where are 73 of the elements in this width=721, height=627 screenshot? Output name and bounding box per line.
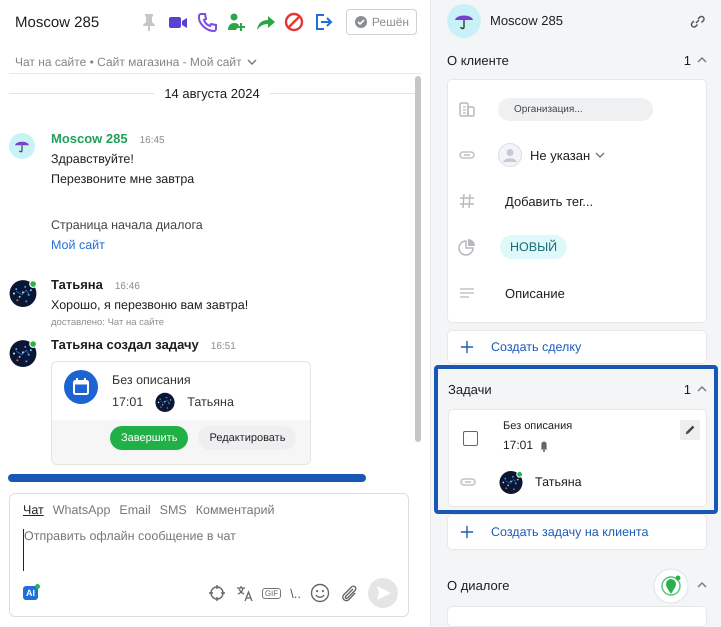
expand-caret-icon[interactable] [246, 58, 257, 66]
templates-button[interactable]: \.. [290, 586, 301, 600]
edit-button[interactable] [680, 420, 700, 440]
building-icon [458, 100, 476, 118]
emoji-icon[interactable] [310, 583, 330, 603]
resolve-button[interactable]: Решён [346, 9, 417, 35]
organization-field[interactable]: Организация... [498, 98, 653, 121]
assignee-name: Татьяна [535, 475, 582, 490]
calendar-icon [64, 370, 98, 404]
hash-icon [458, 192, 476, 210]
message-time: 16:45 [140, 135, 165, 146]
channel-tab[interactable]: Чат [23, 503, 44, 517]
section-title: О диалоге [447, 578, 510, 593]
section-count: 1 [684, 382, 691, 397]
section-title: О клиенте [447, 52, 510, 68]
task-title: Без описания [112, 373, 192, 387]
expand-caret-icon[interactable] [595, 151, 606, 160]
map-pin-button[interactable] [653, 568, 689, 604]
channel-selector[interactable]: Чат на сайте • Сайт магазина - Мой сайт [0, 44, 257, 73]
channel-tab[interactable]: Комментарий [196, 503, 274, 517]
collapse-caret-icon[interactable] [697, 56, 707, 64]
author-name: Moscow 285 [51, 131, 128, 146]
gif-button[interactable]: GIF [262, 588, 282, 598]
chat-title: Moscow 285 [15, 14, 100, 30]
collapse-caret-icon[interactable] [697, 385, 707, 394]
phone-icon[interactable] [196, 12, 217, 32]
message-text: Перезвоните мне завтра [51, 171, 194, 188]
plus-icon [460, 340, 474, 354]
pie-chart-icon [458, 238, 476, 256]
block-icon[interactable] [284, 12, 304, 32]
delivery-status: доставлено: Чат на сайте [51, 316, 164, 330]
avatar-icon [155, 392, 176, 412]
add-user-icon[interactable] [226, 12, 246, 32]
section-title: Задачи [448, 382, 493, 397]
message-text: Хорошо, я перезвоню вам завтра! [51, 297, 248, 314]
avatar-icon [447, 4, 481, 38]
person-icon [498, 143, 522, 168]
crosshair-icon[interactable] [208, 584, 226, 602]
responsible-selector[interactable]: Не указан [530, 148, 606, 163]
attach-icon[interactable] [339, 583, 359, 603]
channel-tab[interactable]: WhatsApp [52, 503, 110, 517]
page-link[interactable]: Мой сайт [51, 235, 105, 255]
message-text: Здравствуйте! [51, 151, 134, 168]
add-tag-field[interactable]: Добавить тег... [505, 194, 594, 209]
assignee-name: Татьяна [187, 395, 234, 409]
status-badge[interactable]: НОВЫЙ [500, 235, 568, 260]
scrollbar-thumb[interactable] [415, 76, 421, 442]
message-composer[interactable]: Чат WhatsApp Email SMS Комментарий Отправить офлайн сообщение в чат AI GIF \.. [9, 493, 409, 617]
date-divider: 14 августа 2024 [164, 86, 260, 101]
author-name: Татьяна создал задачу [51, 337, 199, 352]
message-time: 16:51 [210, 341, 236, 352]
edit-button[interactable]: Редактировать [198, 426, 296, 450]
task-title: Без описания [503, 420, 574, 432]
collapse-caret-icon[interactable] [697, 581, 707, 590]
task-checkbox[interactable] [463, 431, 478, 446]
pencil-icon [683, 423, 697, 438]
create-task-row[interactable]: Создать задачу на клиента [447, 514, 707, 550]
contact-name: Moscow 285 [490, 13, 564, 28]
create-deal-row[interactable]: Создать сделку [447, 330, 707, 364]
avatar-icon [9, 133, 35, 159]
author-name: Татьяна [51, 277, 103, 292]
message-time: 16:46 [114, 281, 140, 292]
check-icon [354, 15, 368, 29]
task-time: 17:01 [112, 395, 144, 409]
page-label: Страница начала диалога [51, 217, 203, 234]
plus-icon [460, 525, 474, 540]
ai-button[interactable]: AI [23, 586, 38, 600]
channel-tab[interactable]: SMS [160, 503, 187, 517]
description-field[interactable]: Описание [505, 286, 565, 301]
channel-tab[interactable]: Email [119, 503, 151, 517]
section-count: 1 [684, 52, 691, 68]
task-time: 17:01 [503, 438, 534, 452]
translate-icon[interactable] [234, 584, 253, 602]
